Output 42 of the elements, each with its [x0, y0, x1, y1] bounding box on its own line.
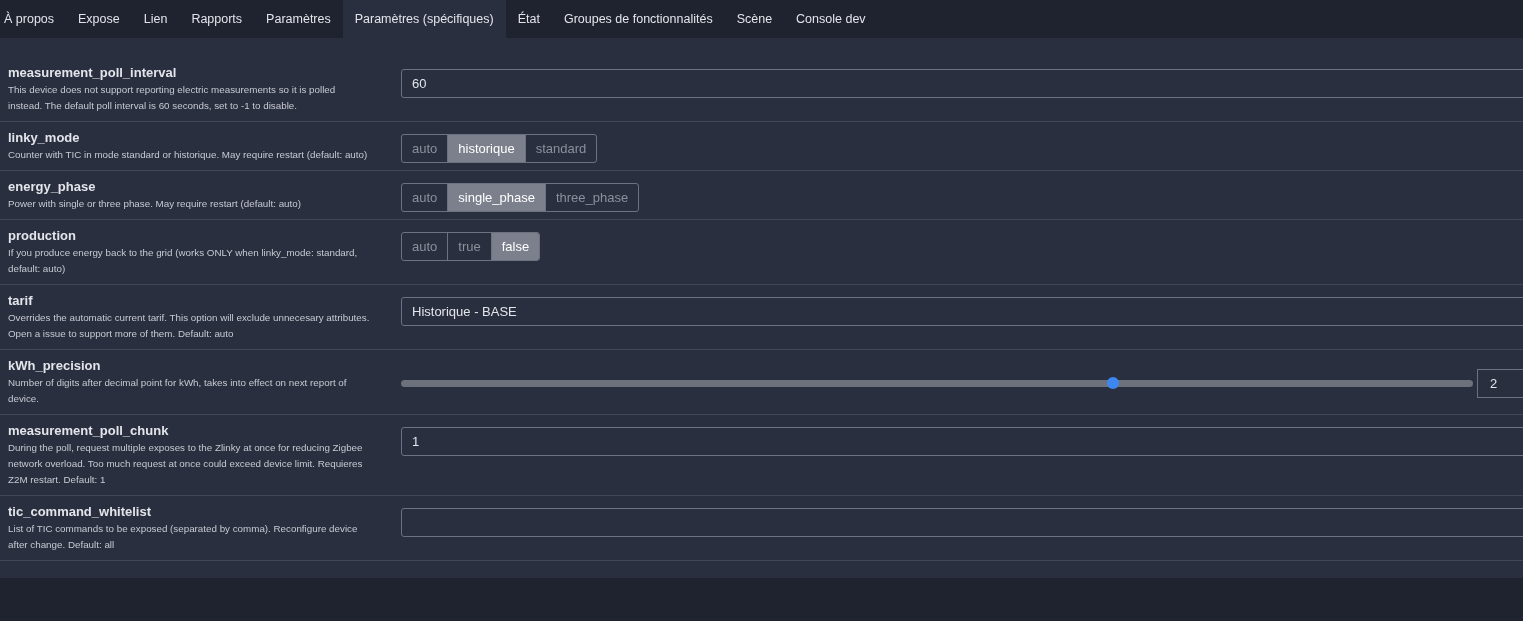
setting-description: Counter with TIC in mode standard or historique. May require restart (default: auto)	[8, 148, 369, 162]
tab[interactable]: Groupes de fonctionnalités	[551, 0, 725, 38]
slider-thumb[interactable]	[1106, 377, 1119, 389]
toggle-option[interactable]: single_phase	[447, 184, 545, 211]
setting-description: Number of digits after decimal point for kWh, takes into effect on next report of device.	[8, 376, 348, 406]
setting-name: measurement_poll_interval	[8, 64, 178, 82]
slider-track[interactable]	[401, 379, 1473, 387]
toggle-option[interactable]: auto	[402, 233, 448, 260]
setting-description: If you produce energy back to the grid (works ONLY when linky_mode: standard, default: auto)	[8, 246, 359, 276]
setting-name: kWh_precision	[8, 357, 102, 375]
toggle-option[interactable]: standard	[524, 135, 597, 162]
setting-name: energy_phase	[8, 178, 97, 196]
setting-name: production	[8, 227, 77, 245]
setting-name: tic_command_whitelist	[8, 503, 153, 521]
tab[interactable]: Lien	[131, 0, 180, 38]
toggle-option[interactable]: false	[490, 233, 540, 260]
tab[interactable]: État	[505, 0, 552, 38]
tab[interactable]: À propos	[0, 0, 67, 38]
tab[interactable]: Scène	[724, 0, 785, 38]
tab[interactable]: Paramètres (spécifiques)	[342, 0, 506, 38]
select-field[interactable]: Historique - BASE	[401, 297, 1523, 326]
setting-name: measurement_poll_chunk	[8, 422, 170, 440]
toggle-option[interactable]: historique	[447, 135, 525, 162]
tab[interactable]: Paramètres	[254, 0, 343, 38]
tab[interactable]: Expose	[66, 0, 132, 38]
setting-name: tarif	[8, 292, 34, 310]
setting-description: Power with single or three phase. May require restart (default: auto)	[8, 197, 302, 211]
toggle-option[interactable]: auto	[402, 184, 448, 211]
setting-description: Overrides the automatic current tarif. This option will exclude unnecesary attributes. Open a issue to support more of them. Default: auto	[8, 311, 371, 341]
input-field[interactable]: 60	[401, 69, 1523, 98]
setting-name: linky_mode	[8, 129, 81, 147]
toggle-option[interactable]: true	[447, 233, 491, 260]
setting-description: During the poll, request multiple exposes to the Zlinky at once for reducing Zigbee network overload. Too much request at once could exceed device limit. Requieres Z2M restart. Default: 1	[8, 441, 364, 487]
setting-description: List of TIC commands to be exposed (separated by comma). Reconfigure device after change. Default: all	[8, 522, 359, 552]
tab[interactable]: Rapports	[179, 0, 255, 38]
input-field[interactable]	[401, 508, 1523, 537]
toggle-option[interactable]: auto	[402, 135, 448, 162]
input-field[interactable]: 1	[401, 427, 1523, 456]
setting-description: This device does not support reporting electric measurements so it is polled instead. The default poll interval is 60 seconds, set to -1 to disable.	[8, 83, 337, 113]
number-field[interactable]: 2	[1477, 368, 1523, 398]
toggle-option[interactable]: three_phase	[544, 184, 639, 211]
tab[interactable]: Console dev	[784, 0, 878, 38]
